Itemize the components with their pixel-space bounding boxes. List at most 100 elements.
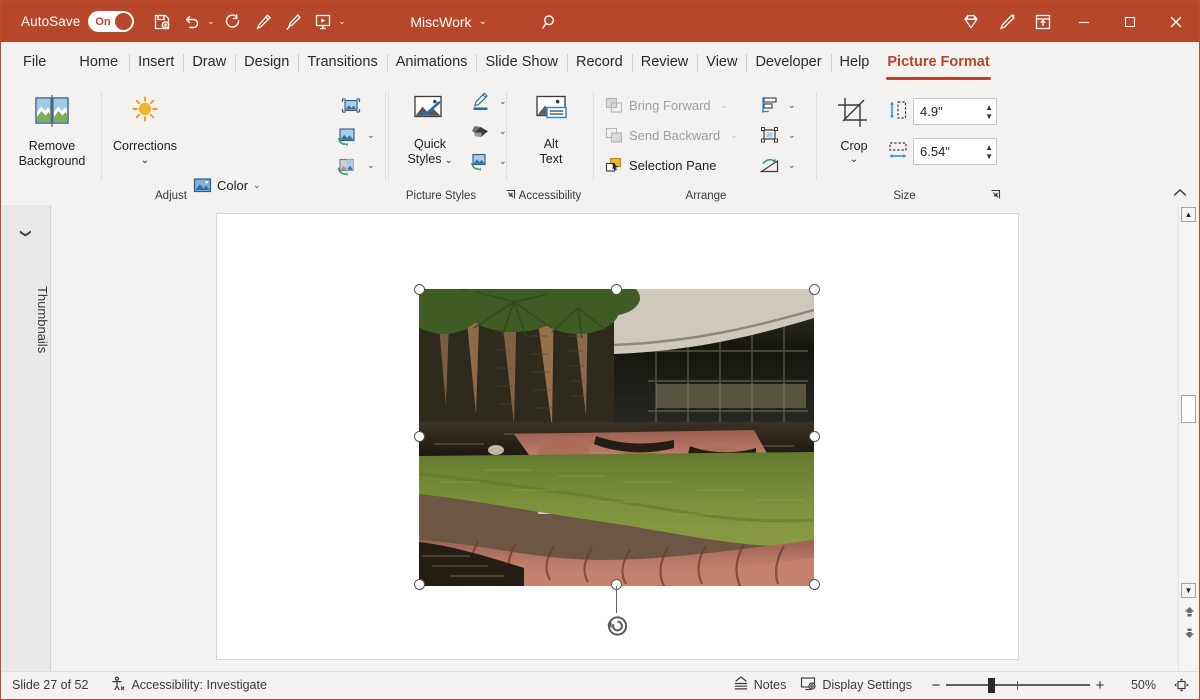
customize-quick-access-icon[interactable]: ⌄	[335, 16, 348, 27]
crop-chevron-down-icon[interactable]: ⌄	[850, 152, 858, 167]
tab-review[interactable]: Review	[632, 42, 698, 83]
resize-handle-top-center[interactable]	[611, 284, 622, 295]
resize-handle-top-left[interactable]	[414, 284, 425, 295]
picture-border-button[interactable]: ⌄	[468, 87, 507, 116]
tab-view[interactable]: View	[697, 42, 746, 83]
send-backward-chevron-down-icon[interactable]: ⌄	[730, 130, 738, 141]
quick-styles-button[interactable]: Quick Styles ⌄	[394, 93, 466, 168]
thumbnails-expand-chevron-right-icon[interactable]: ❯	[20, 210, 33, 258]
tab-developer[interactable]: Developer	[746, 42, 830, 83]
align-button[interactable]: ⌄	[757, 91, 796, 120]
picture-layout-button[interactable]: ⌄	[468, 147, 507, 176]
group-chevron-down-icon[interactable]: ⌄	[788, 130, 796, 141]
resize-handle-middle-right[interactable]	[809, 431, 820, 442]
minimize-button[interactable]	[1061, 1, 1107, 42]
tab-transitions[interactable]: Transitions	[298, 42, 386, 83]
rotate-button[interactable]: ⌄	[757, 151, 796, 180]
scroll-up-button[interactable]: ▲	[1181, 207, 1196, 222]
bring-forward-chevron-down-icon[interactable]: ⌄	[721, 100, 729, 111]
shape-width-stepper[interactable]: ▲▼	[985, 140, 993, 163]
tab-insert[interactable]: Insert	[129, 42, 183, 83]
resize-handle-middle-left[interactable]	[414, 431, 425, 442]
tab-picture-format[interactable]: Picture Format	[878, 42, 998, 83]
crop-button[interactable]: Crop ⌄	[823, 95, 885, 167]
reset-picture-chevron-down-icon[interactable]: ⌄	[367, 160, 375, 171]
scroll-down-button[interactable]: ▼	[1181, 583, 1196, 598]
group-button[interactable]: ⌄	[757, 121, 796, 150]
tab-draw[interactable]: Draw	[183, 42, 235, 83]
zoom-track[interactable]	[946, 678, 1090, 692]
zoom-level[interactable]: 50%	[1124, 678, 1156, 692]
zoom-in-button[interactable]: +	[1090, 677, 1110, 694]
notes-icon	[733, 676, 749, 694]
change-picture-chevron-down-icon[interactable]: ⌄	[367, 130, 375, 141]
prev-slide-icon[interactable]	[1182, 605, 1196, 620]
picture-effects-button[interactable]: ⌄	[468, 117, 507, 146]
zoom-thumb[interactable]	[988, 678, 995, 693]
tab-animations[interactable]: Animations	[387, 42, 477, 83]
resize-handle-bottom-right[interactable]	[809, 579, 820, 590]
tab-help[interactable]: Help	[831, 42, 879, 83]
copilot-icon[interactable]	[953, 6, 989, 38]
scrollbar-thumb[interactable]	[1181, 395, 1196, 423]
save-icon[interactable]	[148, 8, 176, 36]
align-chevron-down-icon[interactable]: ⌄	[788, 100, 796, 111]
selection-pane-icon	[603, 157, 625, 174]
tab-record[interactable]: Record	[567, 42, 632, 83]
search-icon[interactable]	[535, 8, 565, 36]
designer-icon[interactable]	[989, 6, 1025, 38]
next-slide-icon[interactable]	[1182, 625, 1196, 640]
shape-height-stepper[interactable]: ▲▼	[985, 100, 993, 123]
reset-picture-button[interactable]: ⌄	[334, 151, 375, 180]
zoom-slider[interactable]: − +	[926, 677, 1110, 694]
resize-handle-top-right[interactable]	[809, 284, 820, 295]
alt-text-button[interactable]: Alt Text	[512, 93, 590, 167]
accessibility-icon	[110, 676, 126, 695]
display-settings-button[interactable]: Display Settings	[800, 676, 912, 694]
close-button[interactable]	[1153, 1, 1199, 42]
ink-pen-icon[interactable]	[249, 8, 277, 36]
corrections-label: Corrections	[113, 139, 177, 154]
selection-pane-button[interactable]: Selection Pane	[603, 151, 716, 180]
notes-button[interactable]: Notes	[733, 676, 787, 694]
vertical-scrollbar[interactable]: ▲ ▼	[1178, 205, 1198, 673]
remove-background-button[interactable]: Remove Background	[13, 93, 91, 169]
maximize-button[interactable]	[1107, 1, 1153, 42]
zoom-out-button[interactable]: −	[926, 677, 946, 694]
corrections-chevron-down-icon[interactable]: ⌄	[141, 153, 149, 168]
rotate-handle[interactable]	[602, 611, 631, 640]
send-backward-button[interactable]: Send Backward ⌄	[603, 121, 738, 150]
tab-home[interactable]: Home	[68, 42, 129, 83]
tab-design[interactable]: Design	[235, 42, 298, 83]
shape-height-field[interactable]: 4.9" ▲▼	[913, 98, 997, 125]
size-dialog-launcher[interactable]	[989, 188, 1003, 202]
undo-icon[interactable]	[178, 8, 206, 36]
rotate-chevron-down-icon[interactable]: ⌄	[788, 160, 796, 171]
redo-icon[interactable]	[219, 8, 247, 36]
zoom-track-tick	[1017, 681, 1018, 690]
slide-counter[interactable]: Slide 27 of 52	[12, 678, 88, 692]
accessibility-status[interactable]: Accessibility: Investigate	[110, 676, 266, 695]
bring-forward-label: Bring Forward	[629, 98, 711, 113]
compress-pictures-button[interactable]	[334, 91, 368, 120]
corrections-button[interactable]: Corrections ⌄	[106, 93, 184, 168]
fit-to-window-button[interactable]	[1170, 677, 1192, 693]
document-title[interactable]: MiscWork ⌄	[410, 14, 487, 30]
start-presentation-icon[interactable]	[309, 8, 337, 36]
autosave-toggle[interactable]: On	[88, 11, 134, 32]
bring-forward-button[interactable]: Bring Forward ⌄	[603, 91, 728, 120]
ribbon-display-options-icon[interactable]	[1025, 6, 1061, 38]
flamingo-habitat-photo[interactable]	[419, 289, 814, 586]
shape-width-field[interactable]: 6.54" ▲▼	[913, 138, 997, 165]
collapse-ribbon-button[interactable]	[1169, 183, 1191, 203]
highlighter-icon[interactable]	[279, 8, 307, 36]
quick-styles-chevron-down-icon[interactable]: ⌄	[445, 155, 453, 165]
undo-dropdown-icon[interactable]: ⌄	[204, 16, 217, 27]
resize-handle-bottom-left[interactable]	[414, 579, 425, 590]
thumbnails-pane[interactable]: ❯ Thumbnails	[2, 205, 51, 673]
tab-slide-show[interactable]: Slide Show	[476, 42, 567, 83]
document-title-chevron-down-icon[interactable]: ⌄	[479, 16, 487, 27]
picture-content	[419, 289, 814, 586]
change-picture-button[interactable]: ⌄	[334, 121, 375, 150]
tab-file[interactable]: File	[9, 42, 60, 83]
